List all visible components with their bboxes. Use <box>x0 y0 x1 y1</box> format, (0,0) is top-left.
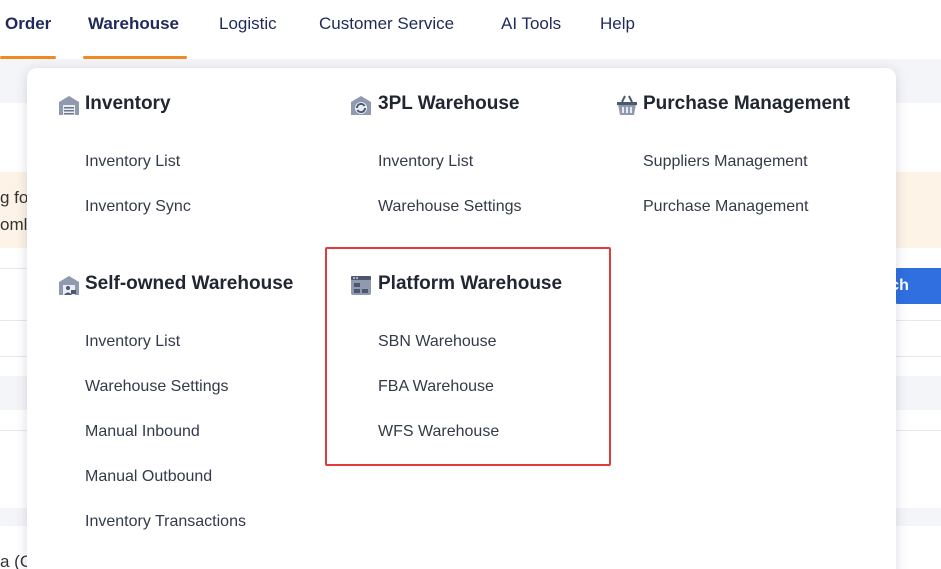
self-owned-warehouse-icon <box>59 276 79 295</box>
menu-link-manual-inbound[interactable]: Manual Inbound <box>85 423 200 441</box>
nav-warehouse[interactable]: Warehouse <box>82 0 188 59</box>
menu-link-inventory-sync[interactable]: Inventory Sync <box>85 198 191 216</box>
nav-customer-service[interactable]: Customer Service <box>319 0 454 59</box>
warning-text-line2: oml <box>0 215 28 234</box>
nav-logistic[interactable]: Logistic <box>219 0 277 59</box>
menu-link-manual-outbound[interactable]: Manual Outbound <box>85 468 212 486</box>
menu-link-inventory-transactions[interactable]: Inventory Transactions <box>85 513 246 531</box>
nav-help[interactable]: Help <box>600 0 635 59</box>
nav-order[interactable]: Order <box>0 0 57 59</box>
top-nav-bar: Order Warehouse Logistic Customer Servic… <box>0 0 941 60</box>
3pl-warehouse-icon <box>351 96 371 115</box>
nav-ai-tools[interactable]: AI Tools <box>501 0 561 59</box>
highlight-box <box>325 247 611 466</box>
menu-link-suppliers-management[interactable]: Suppliers Management <box>643 153 808 171</box>
menu-link-self-warehouse-settings[interactable]: Warehouse Settings <box>85 378 228 396</box>
menu-link-inventory-list[interactable]: Inventory List <box>85 153 180 171</box>
menu-link-3pl-warehouse-settings[interactable]: Warehouse Settings <box>378 198 521 216</box>
section-title-self-owned-warehouse: Self-owned Warehouse <box>85 273 294 294</box>
menu-link-3pl-inventory-list[interactable]: Inventory List <box>378 153 473 171</box>
menu-link-self-inventory-list[interactable]: Inventory List <box>85 333 180 351</box>
purchase-basket-icon <box>617 95 637 115</box>
warning-text-line1: g fo <box>0 188 29 207</box>
warehouse-icon <box>59 96 79 115</box>
section-title-inventory: Inventory <box>85 93 171 114</box>
section-title-purchase-management: Purchase Management <box>643 93 850 114</box>
section-title-3pl-warehouse: 3PL Warehouse <box>378 93 520 114</box>
menu-link-purchase-management[interactable]: Purchase Management <box>643 198 808 216</box>
